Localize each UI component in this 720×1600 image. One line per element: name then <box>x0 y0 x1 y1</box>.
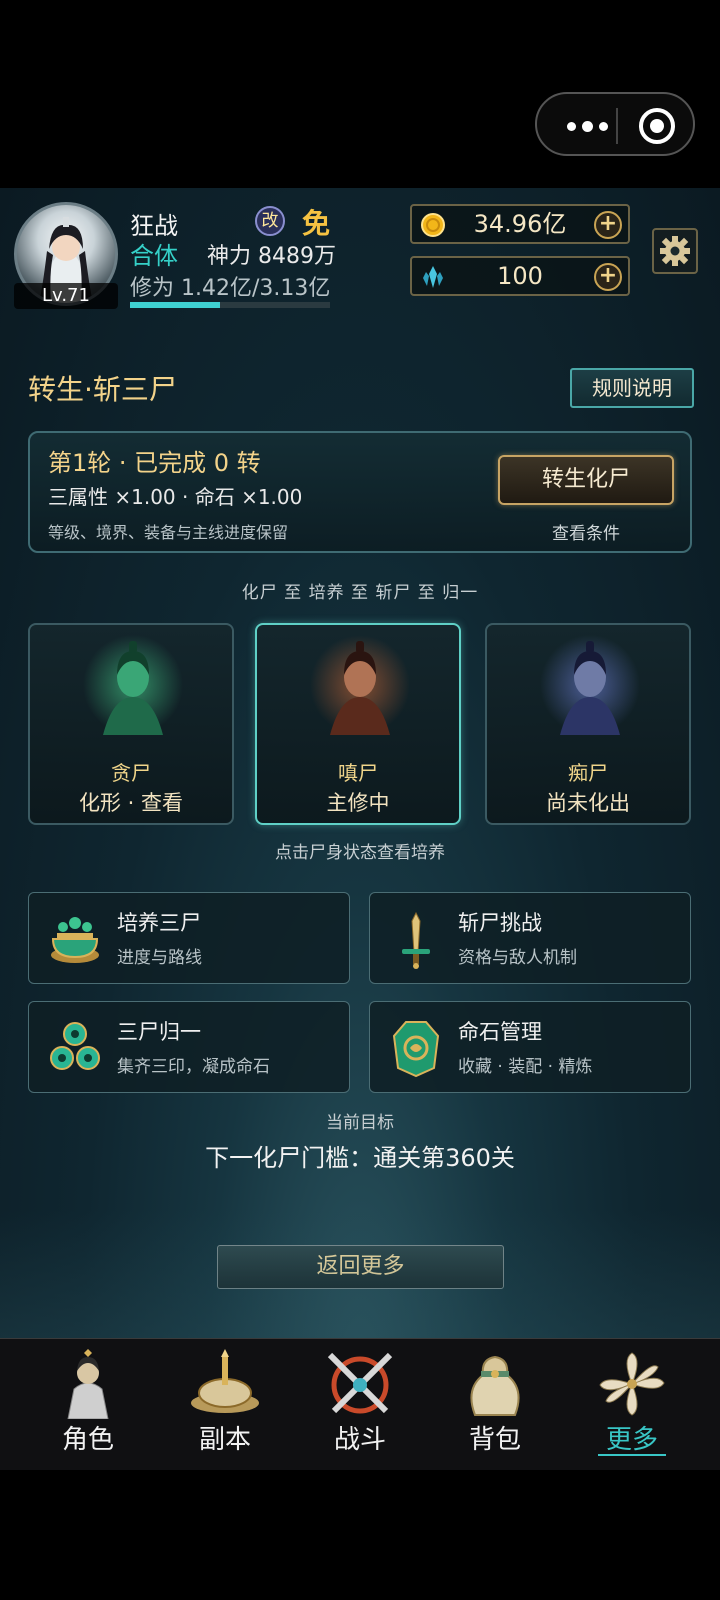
feature-title: 培养三尸 <box>117 911 201 935</box>
tab-bag[interactable]: 背包 <box>435 1339 555 1471</box>
page-title: 转生·斩三尸 <box>28 373 177 406</box>
tab-battle[interactable]: 战斗 <box>300 1339 420 1471</box>
close-target-icon[interactable] <box>639 108 675 144</box>
corpse-state[interactable]: 化形 · 查看 <box>30 787 232 817</box>
corpse-card-delusion[interactable]: 痴尸 尚未化出 <box>485 623 691 825</box>
cultivation-exp: 修为 1.42亿/3.13亿 <box>130 276 331 301</box>
round-note: 等级、境界、装备与主线进度保留 <box>48 523 289 542</box>
feature-cultivate[interactable]: 培养三尸 进度与路线 <box>28 892 350 984</box>
jade-value: 100 <box>497 262 543 290</box>
goal-label: 当前目标 <box>326 1113 394 1133</box>
crystal-icon <box>423 266 443 288</box>
capsule-divider <box>616 108 618 144</box>
feature-subtitle: 集齐三印，凝成命石 <box>117 1057 270 1077</box>
more-flower-icon <box>599 1352 665 1416</box>
tab-dungeon[interactable]: 副本 <box>165 1339 285 1471</box>
cauldron-icon <box>51 917 99 963</box>
bottom-safe-area <box>0 1470 720 1600</box>
mini-program-capsule <box>535 92 695 156</box>
add-jade-button[interactable]: + <box>594 263 622 291</box>
corpse-hint: 点击尸身状态查看培养 <box>275 843 445 863</box>
gold-currency: 34.96亿 + <box>410 204 630 244</box>
corpse-name: 贪尸 <box>111 761 151 785</box>
tab-label: 副本 <box>198 1425 251 1455</box>
feature-title: 斩尸挑战 <box>458 911 542 935</box>
app-screen: Lv.71 狂战 改 免 合体 神力 8489万 修为 1.42亿/3.13亿 … <box>0 188 720 1470</box>
power-value: 神力 8489万 <box>207 244 336 269</box>
character-icon <box>67 1349 109 1419</box>
privilege-badge: 免 <box>302 207 331 240</box>
corpse-name: 痴尸 <box>568 761 608 785</box>
progress-path: 化尸 至 培养 至 斩尸 至 归一 <box>241 583 479 603</box>
corpse-state[interactable]: 主修中 <box>257 787 459 817</box>
round-panel: 第1轮 · 已完成 0 转 三属性 ×1.00 · 命石 ×1.00 等级、境界… <box>28 431 692 553</box>
exp-progress-fill <box>130 302 220 308</box>
tab-label: 背包 <box>468 1425 521 1455</box>
tab-label: 角色 <box>61 1425 114 1455</box>
anger-corpse-portrait <box>310 635 410 735</box>
feature-title: 命石管理 <box>458 1020 542 1044</box>
feature-subtitle: 资格与敌人机制 <box>458 948 577 968</box>
back-more-button[interactable]: 返回更多 <box>217 1245 504 1289</box>
realm-label: 合体 <box>130 242 178 270</box>
dungeon-altar-icon <box>191 1349 259 1413</box>
corpse-name: 嗔尸 <box>338 761 378 785</box>
view-conditions-link[interactable]: 查看条件 <box>498 519 674 544</box>
rename-badge[interactable]: 改 <box>255 206 285 236</box>
level-badge: Lv.71 <box>14 283 118 309</box>
corpse-card-anger[interactable]: 嗔尸 主修中 <box>255 623 461 825</box>
round-status: 第1轮 · 已完成 0 转 <box>48 449 261 477</box>
round-multipliers: 三属性 ×1.00 · 命石 ×1.00 <box>48 485 303 509</box>
feature-challenge[interactable]: 斩尸挑战 资格与敌人机制 <box>369 892 691 984</box>
corpse-card-greed[interactable]: 贪尸 化形 · 查看 <box>28 623 234 825</box>
sword-icon <box>402 911 430 969</box>
greed-corpse-portrait <box>83 635 183 735</box>
jade-currency: 100 + <box>410 256 630 296</box>
rebirth-button[interactable]: 转生化尸 <box>498 455 674 505</box>
goal-text: 下一化尸门槛：通关第360关 <box>205 1144 515 1172</box>
delusion-corpse-portrait <box>540 635 640 735</box>
tab-character[interactable]: 角色 <box>28 1339 148 1471</box>
settings-button[interactable] <box>652 228 698 274</box>
bottom-tab-bar: 角色 副本 战斗 背包 更多 <box>0 1338 720 1470</box>
feature-subtitle: 进度与路线 <box>117 948 202 968</box>
feature-unify[interactable]: 三尸归一 集齐三印，凝成命石 <box>28 1001 350 1093</box>
jade-stone-icon <box>392 1021 440 1078</box>
status-bar <box>0 0 720 188</box>
gold-coin-icon <box>421 213 445 237</box>
rules-button[interactable]: 规则说明 <box>570 368 694 408</box>
tab-label: 战斗 <box>333 1425 386 1455</box>
exp-progress-bar <box>130 302 330 308</box>
triskelion-icon <box>50 1022 100 1070</box>
add-gold-button[interactable]: + <box>594 211 622 239</box>
active-tab-indicator <box>598 1454 666 1456</box>
more-dots-icon[interactable] <box>557 112 617 140</box>
gear-icon <box>660 236 690 266</box>
feature-title: 三尸归一 <box>117 1020 201 1044</box>
feature-subtitle: 收藏 · 装配 · 精炼 <box>458 1057 593 1077</box>
tab-label: 更多 <box>605 1425 658 1455</box>
corpse-state[interactable]: 尚未化出 <box>487 787 689 817</box>
crossed-swords-icon <box>327 1352 393 1414</box>
feature-stone[interactable]: 命石管理 收藏 · 装配 · 精炼 <box>369 1001 691 1093</box>
bag-icon <box>470 1355 520 1416</box>
tab-more[interactable]: 更多 <box>572 1339 692 1471</box>
gold-value: 34.96亿 <box>473 210 567 238</box>
